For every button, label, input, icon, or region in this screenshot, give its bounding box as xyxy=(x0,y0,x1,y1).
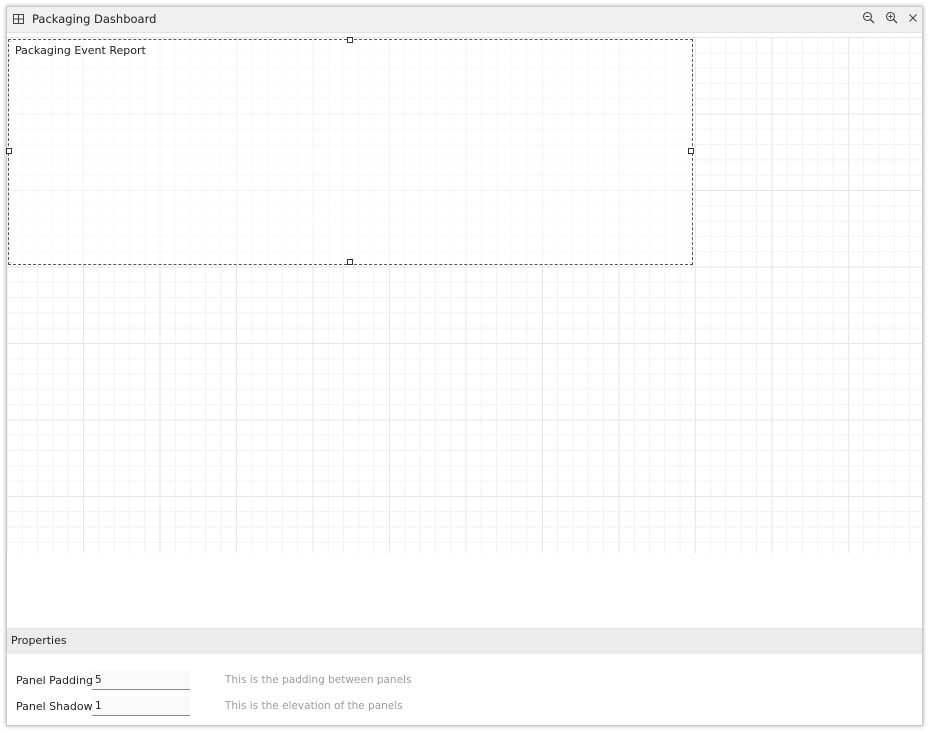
panel-shadow-label: Panel Shadow xyxy=(16,700,93,713)
panel-padding-description: This is the padding between panels xyxy=(225,674,412,686)
panel-shadow-description: This is the elevation of the panels xyxy=(225,700,403,712)
panel-padding-label: Panel Padding xyxy=(16,674,94,687)
properties-title: Properties xyxy=(11,634,67,647)
grid-table-icon xyxy=(13,14,24,24)
panel-title: Packaging Event Report xyxy=(15,44,146,57)
resize-handle-left[interactable] xyxy=(6,148,12,154)
resize-handle-bottom[interactable] xyxy=(347,259,353,265)
zoom-in-icon xyxy=(885,11,898,27)
dashboard-window: Packaging Dashboard Packaging Event Repo… xyxy=(6,6,923,726)
properties-panel: Properties Panel Padding This is the pad… xyxy=(7,628,922,725)
report-panel[interactable]: Packaging Event Report xyxy=(6,37,694,265)
dashboard-canvas[interactable]: Packaging Event Report xyxy=(6,37,922,553)
panel-padding-input[interactable] xyxy=(92,670,190,690)
zoom-out-icon xyxy=(862,11,875,27)
panel-shadow-input[interactable] xyxy=(92,696,190,716)
window-title: Packaging Dashboard xyxy=(32,12,157,26)
close-button[interactable] xyxy=(905,11,921,27)
properties-header: Properties xyxy=(7,628,922,654)
close-icon xyxy=(908,13,918,26)
resize-handle-top[interactable] xyxy=(347,37,353,43)
zoom-out-button[interactable] xyxy=(860,11,876,27)
zoom-in-button[interactable] xyxy=(883,11,899,27)
property-row-panel-shadow: Panel Shadow This is the elevation of th… xyxy=(7,696,922,718)
title-bar: Packaging Dashboard xyxy=(7,7,922,33)
property-row-panel-padding: Panel Padding This is the padding betwee… xyxy=(7,670,922,692)
resize-handle-right[interactable] xyxy=(688,148,694,154)
